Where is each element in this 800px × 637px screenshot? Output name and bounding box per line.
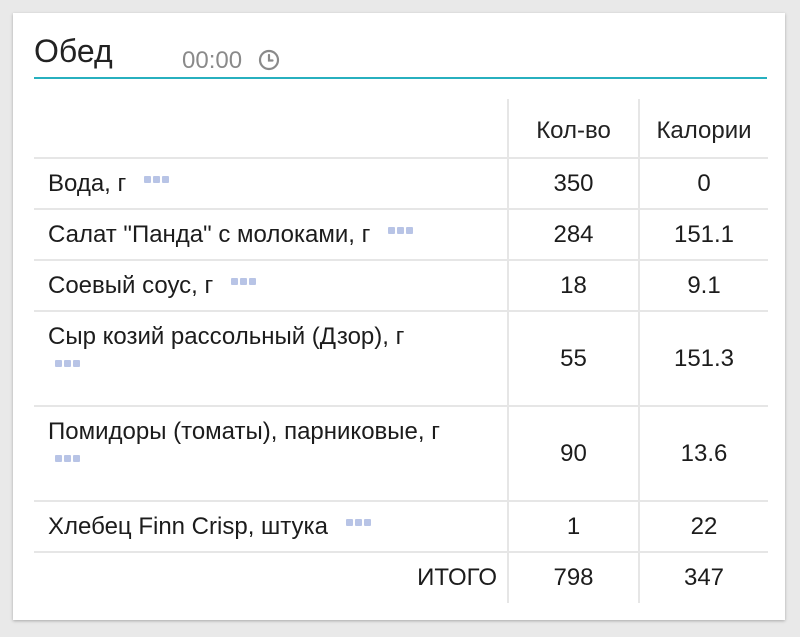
total-label: ИТОГО xyxy=(417,564,497,591)
table-row[interactable]: Салат "Панда" с молоками, г 284 151.1 xyxy=(34,209,768,261)
table-row[interactable]: Соевый соус, г 18 9.1 xyxy=(34,260,768,312)
header-calories: Калории xyxy=(638,99,768,159)
food-qty[interactable]: 350 xyxy=(507,158,639,210)
clock-icon[interactable] xyxy=(258,49,280,71)
food-qty[interactable]: 90 xyxy=(507,406,639,502)
food-calories: 13.6 xyxy=(638,406,768,502)
total-row: ИТОГО 798 347 xyxy=(34,552,768,603)
more-dots-icon[interactable] xyxy=(231,277,257,286)
food-calories: 151.3 xyxy=(638,311,768,407)
food-name: Вода, г xyxy=(48,170,127,197)
table-row[interactable]: Вода, г 350 0 xyxy=(34,158,768,210)
table-header-row: Кол-во Калории xyxy=(34,99,768,159)
meal-header: Обед 00:00 xyxy=(34,27,767,79)
food-calories: 22 xyxy=(638,501,768,553)
header-quantity: Кол-во xyxy=(507,99,639,159)
food-qty[interactable]: 55 xyxy=(507,311,639,407)
meal-time[interactable]: 00:00 xyxy=(182,47,242,75)
more-dots-icon[interactable] xyxy=(388,226,414,235)
food-qty[interactable]: 18 xyxy=(507,260,639,312)
food-table: Кол-во Калории Вода, г 350 0 Салат "Панд… xyxy=(34,99,768,603)
table-row[interactable]: Сыр козий рассольный (Дзор), г 55 151.3 xyxy=(34,311,768,407)
food-calories: 0 xyxy=(638,158,768,210)
meal-title: Обед xyxy=(34,33,113,69)
header-empty xyxy=(34,99,508,159)
more-dots-icon[interactable] xyxy=(345,518,372,527)
food-calories: 9.1 xyxy=(638,260,768,312)
table-row[interactable]: Помидоры (томаты), парниковые, г 90 13.6 xyxy=(34,406,768,502)
more-dots-icon[interactable] xyxy=(55,360,81,368)
table-row[interactable]: Хлебец Finn Crisp, штука 1 22 xyxy=(34,501,768,553)
food-name: Соевый соус, г xyxy=(48,272,214,299)
more-dots-icon[interactable] xyxy=(55,455,81,463)
food-name: Помидоры (томаты), парниковые, г xyxy=(48,418,440,445)
meal-card: Обед 00:00 Кол-во Калории Вода, г 350 0 … xyxy=(13,13,785,620)
food-name: Хлебец Finn Crisp, штука xyxy=(48,513,328,540)
total-calories: 347 xyxy=(638,552,768,603)
food-qty[interactable]: 284 xyxy=(507,209,639,261)
food-calories: 151.1 xyxy=(638,209,768,261)
food-name: Сыр козий рассольный (Дзор), г xyxy=(48,323,405,350)
food-name: Салат "Панда" с молоками, г xyxy=(48,221,371,248)
more-dots-icon[interactable] xyxy=(144,175,170,184)
food-qty[interactable]: 1 xyxy=(507,501,639,553)
total-qty: 798 xyxy=(507,552,639,603)
